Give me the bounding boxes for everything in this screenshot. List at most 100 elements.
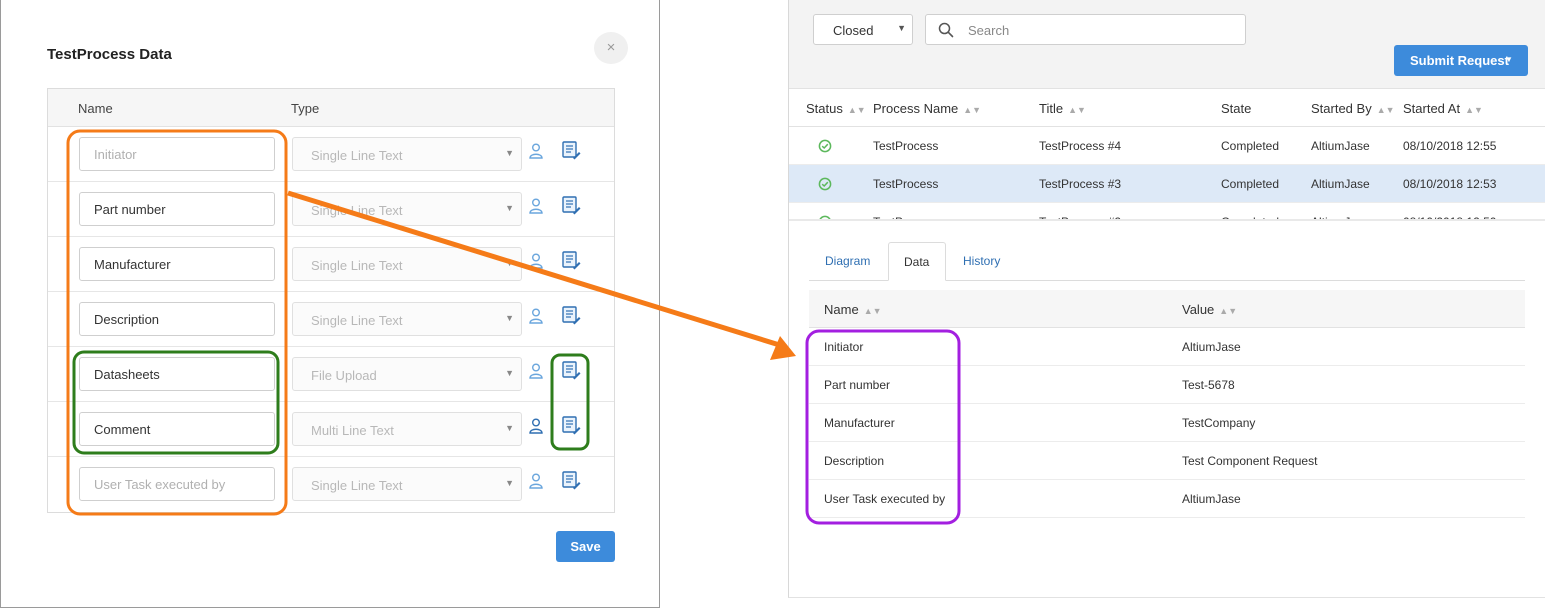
document-edit-icon[interactable] bbox=[561, 470, 581, 490]
user-icon[interactable] bbox=[529, 143, 543, 159]
submit-request-label: Submit Request bbox=[1410, 53, 1509, 68]
document-edit-icon[interactable] bbox=[561, 305, 581, 325]
field-type-value: Multi Line Text bbox=[311, 423, 394, 438]
search-icon bbox=[938, 22, 954, 38]
table-row[interactable]: TestProcess TestProcess #3 Completed Altium… bbox=[789, 165, 1545, 203]
document-edit-icon[interactable] bbox=[561, 195, 581, 215]
caret-down-icon: ▼ bbox=[505, 203, 514, 213]
cell-state: Completed bbox=[1221, 177, 1280, 191]
field-type-select[interactable]: Single Line Text ▼ bbox=[292, 247, 522, 281]
data-cell-name: Description bbox=[824, 454, 885, 468]
submit-request-button[interactable]: Submit Request ▼ bbox=[1394, 45, 1528, 76]
field-name-input[interactable] bbox=[79, 192, 275, 226]
field-type-value: Single Line Text bbox=[311, 478, 403, 493]
table-row[interactable]: TestProcess TestProcess #2 Completed Altium… bbox=[789, 203, 1545, 219]
field-type-select[interactable]: File Upload ▼ bbox=[292, 357, 522, 391]
field-name-input[interactable] bbox=[79, 412, 275, 446]
sort-icon: ▲▼ bbox=[847, 105, 866, 115]
data-row: User Task executed by AltiumJase bbox=[809, 480, 1525, 518]
caret-down-icon: ▼ bbox=[505, 258, 514, 268]
tab-history[interactable]: History bbox=[949, 242, 1015, 281]
sort-icon: ▲▼ bbox=[863, 306, 882, 316]
column-header-started-at[interactable]: Started At ▲▼ bbox=[1403, 101, 1483, 116]
caret-down-icon: ▼ bbox=[505, 423, 514, 433]
status-completed-icon bbox=[819, 215, 831, 219]
cell-started-by: AltiumJase bbox=[1311, 139, 1370, 153]
data-cell-value: AltiumJase bbox=[1182, 340, 1241, 354]
sort-icon: ▲▼ bbox=[1219, 306, 1238, 316]
field-type-value: File Upload bbox=[311, 368, 377, 383]
data-cell-name: Initiator bbox=[824, 340, 864, 354]
field-name-input[interactable] bbox=[79, 467, 275, 501]
cell-state: Completed bbox=[1221, 139, 1280, 153]
field-type-select[interactable]: Single Line Text ▼ bbox=[292, 137, 522, 171]
fields-table-header: Name Type bbox=[48, 89, 614, 127]
data-cell-name: Manufacturer bbox=[824, 416, 895, 430]
screenshot-stage: TestProcess Data × Name Type Single Line… bbox=[0, 0, 1545, 608]
tab-data[interactable]: Data bbox=[888, 242, 946, 281]
user-icon[interactable] bbox=[529, 473, 543, 489]
close-icon: × bbox=[606, 39, 616, 56]
close-button[interactable]: × bbox=[594, 32, 628, 64]
user-icon[interactable] bbox=[529, 253, 543, 269]
data-cell-value: Test-5678 bbox=[1182, 378, 1235, 392]
column-header-title[interactable]: Title ▲▼ bbox=[1039, 101, 1086, 116]
user-icon[interactable] bbox=[529, 418, 543, 434]
column-header-process-name[interactable]: Process Name ▲▼ bbox=[873, 101, 981, 116]
status-filter-value: Closed bbox=[833, 23, 874, 38]
data-cell-value: TestCompany bbox=[1182, 416, 1256, 430]
data-cell-name: User Task executed by bbox=[824, 492, 946, 506]
field-type-value: Single Line Text bbox=[311, 258, 403, 273]
search-box bbox=[925, 14, 1246, 45]
document-edit-icon[interactable] bbox=[561, 140, 581, 160]
field-name-input[interactable] bbox=[79, 302, 275, 336]
cell-title: TestProcess #2 bbox=[1039, 215, 1121, 219]
save-button[interactable]: Save bbox=[556, 531, 615, 562]
field-row: Single Line Text ▼ bbox=[48, 457, 614, 512]
document-edit-icon[interactable] bbox=[561, 415, 581, 435]
field-type-value: Single Line Text bbox=[311, 148, 403, 163]
cell-started-at: 08/10/2018 12:55 bbox=[1403, 139, 1497, 153]
data-row: Description Test Component Request bbox=[809, 442, 1525, 480]
detail-tabs: Diagram Data History bbox=[809, 242, 1525, 281]
field-type-select[interactable]: Single Line Text ▼ bbox=[292, 302, 522, 336]
table-row[interactable]: TestProcess TestProcess #4 Completed Altium… bbox=[789, 127, 1545, 165]
process-data-dialog: TestProcess Data × Name Type Single Line… bbox=[0, 0, 660, 608]
document-edit-icon[interactable] bbox=[561, 360, 581, 380]
processes-table-header: Status ▲▼ Process Name ▲▼ Title ▲▼ State St… bbox=[789, 89, 1545, 127]
cell-started-by: AltiumJase bbox=[1311, 177, 1370, 191]
cell-state: Completed bbox=[1221, 215, 1279, 219]
cell-process-name: TestProcess bbox=[873, 139, 939, 153]
user-icon[interactable] bbox=[529, 308, 543, 324]
field-row: Single Line Text ▼ bbox=[48, 182, 614, 237]
column-header-name: Name bbox=[78, 101, 113, 116]
data-row: Manufacturer TestCompany bbox=[809, 404, 1525, 442]
sort-icon: ▲▼ bbox=[1465, 105, 1483, 115]
field-name-input[interactable] bbox=[79, 247, 275, 281]
data-row: Initiator AltiumJase bbox=[809, 328, 1525, 366]
tab-diagram[interactable]: Diagram bbox=[809, 242, 885, 281]
field-type-select[interactable]: Single Line Text ▼ bbox=[292, 192, 522, 226]
cell-process-name: TestProcess bbox=[873, 215, 938, 219]
status-filter-dropdown[interactable]: Closed ▼ bbox=[813, 14, 913, 45]
user-icon[interactable] bbox=[529, 363, 543, 379]
column-header-value[interactable]: Value ▲▼ bbox=[1182, 302, 1237, 317]
column-header-status[interactable]: Status ▲▼ bbox=[806, 101, 866, 116]
column-header-started-by[interactable]: Started By ▲▼ bbox=[1311, 101, 1395, 116]
document-edit-icon[interactable] bbox=[561, 250, 581, 270]
user-icon[interactable] bbox=[529, 198, 543, 214]
caret-down-icon: ▼ bbox=[505, 368, 514, 378]
status-completed-icon bbox=[818, 139, 832, 153]
field-name-input[interactable] bbox=[79, 137, 275, 171]
field-type-value: Single Line Text bbox=[311, 313, 403, 328]
field-type-select[interactable]: Single Line Text ▼ bbox=[292, 467, 522, 501]
search-input[interactable] bbox=[968, 21, 1233, 39]
column-header-name[interactable]: Name ▲▼ bbox=[824, 302, 882, 317]
sort-icon: ▲▼ bbox=[1068, 105, 1086, 115]
cell-process-name: TestProcess bbox=[873, 177, 939, 191]
field-row: File Upload ▼ bbox=[48, 347, 614, 402]
process-browser-panel: Closed ▼ Submit Request ▼ Status▲▼ Proce… bbox=[788, 0, 1545, 598]
caret-down-icon: ▼ bbox=[1505, 55, 1513, 64]
field-type-select[interactable]: Multi Line Text ▼ bbox=[292, 412, 522, 446]
field-name-input[interactable] bbox=[79, 357, 275, 391]
